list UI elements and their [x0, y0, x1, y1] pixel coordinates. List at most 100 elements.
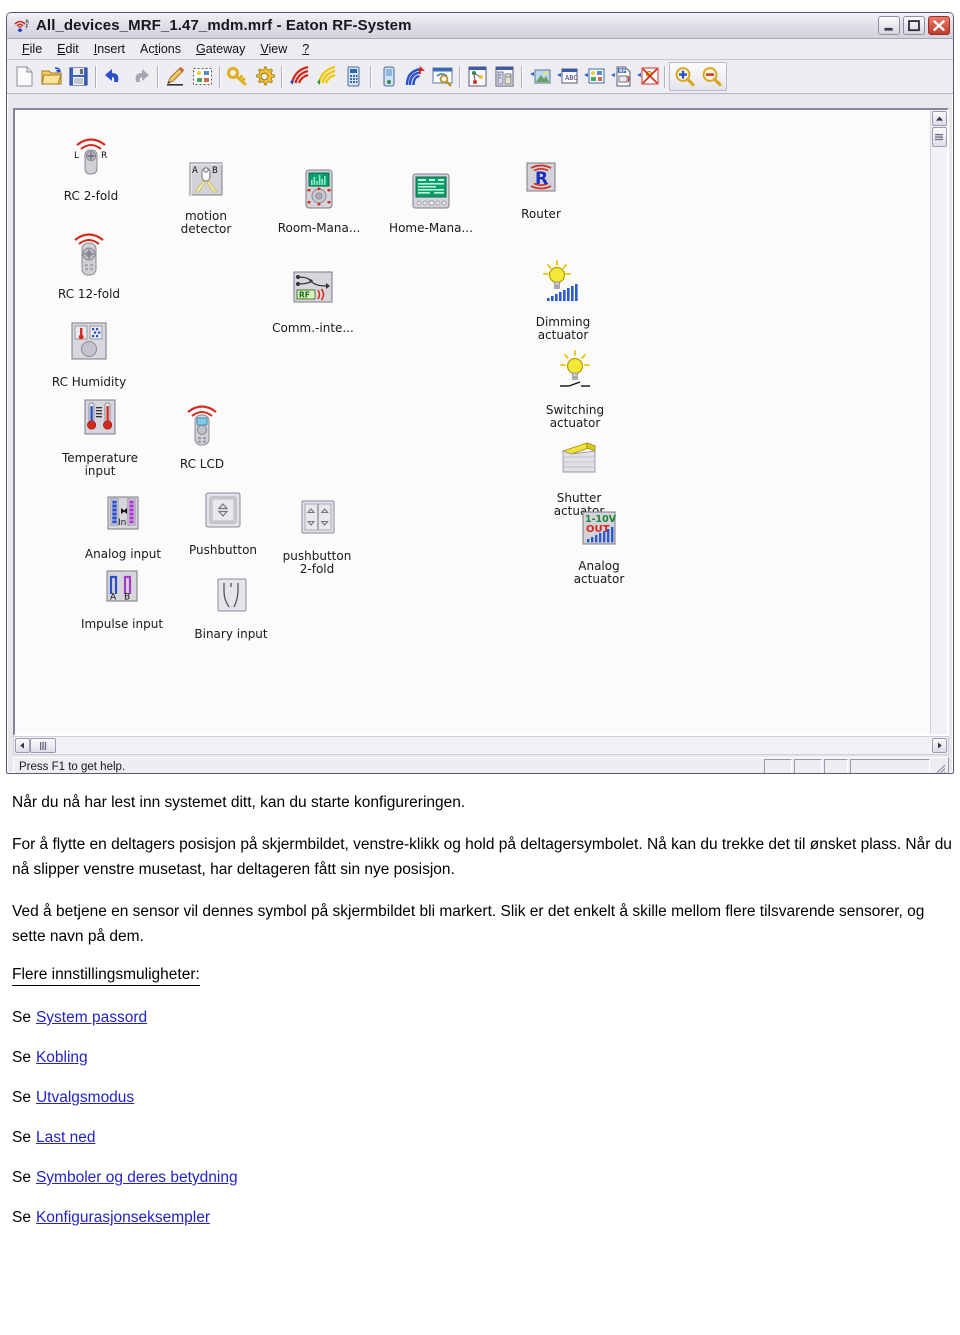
link-prefix: Se [12, 1089, 31, 1106]
device-impulse-input[interactable]: A B Impulse input [67, 568, 177, 631]
device-rc-lcd[interactable]: RC LCD [167, 400, 237, 471]
menu-file[interactable]: File [15, 40, 50, 58]
device-label: Room-Mana... [277, 221, 361, 235]
import-image-icon[interactable] [526, 63, 553, 90]
device-analog-actuator[interactable]: 1-10V OUT Analog actuator [561, 510, 637, 586]
menu-gateway[interactable]: Gateway [189, 40, 253, 58]
switching-actuator-icon [549, 350, 601, 400]
link-last-ned[interactable]: Last ned [36, 1129, 95, 1146]
device-motion-detector[interactable]: A B motion detector [167, 160, 245, 236]
menu-view[interactable]: View [253, 40, 295, 58]
minimize-button[interactable] [878, 16, 900, 35]
device-label: Router [521, 207, 561, 221]
scroll-up-icon[interactable] [931, 111, 947, 126]
device-comm-interface[interactable]: RF Comm.-inte... [263, 268, 363, 335]
calculator-icon[interactable] [340, 63, 367, 90]
analog-actuator-icon: 1-10V OUT [577, 511, 621, 556]
link-prefix: Se [12, 1209, 31, 1226]
menu-edit[interactable]: Edit [50, 40, 87, 58]
import-devices-icon[interactable] [580, 63, 607, 90]
device-handheld-icon[interactable] [375, 63, 402, 90]
device-canvas[interactable]: L R RC 2-fold A B motion detector Room-M… [15, 110, 930, 734]
menu-insert[interactable]: Insert [87, 40, 133, 58]
device-pushbutton[interactable]: Pushbutton [175, 490, 271, 557]
device-room-manager[interactable]: Room-Mana... [271, 168, 367, 235]
paragraph-sensor-highlight: Ved å betjene en sensor vil dennes symbo… [12, 903, 925, 945]
device-label: Binary input [194, 627, 268, 641]
link-system-passord[interactable]: System passord [36, 1009, 147, 1026]
toolbar-separator [278, 65, 286, 88]
link-prefix: Se [12, 1009, 31, 1026]
import-text-icon[interactable]: ABC [553, 63, 580, 90]
device-binary-input[interactable]: Binary input [181, 576, 281, 641]
device-label: Comm.-inte... [272, 321, 354, 335]
link-utvalgsmodus[interactable]: Utvalgsmodus [36, 1089, 134, 1106]
svg-text:B: B [212, 166, 218, 176]
close-button[interactable] [928, 16, 950, 35]
window-title: All_devices_MRF_1.47_mdm.mrf - Eaton RF-… [36, 17, 412, 34]
device-label: RC 12-fold [57, 287, 121, 301]
link-prefix: Se [12, 1049, 31, 1066]
import-rf-file-icon[interactable]: RF [607, 63, 634, 90]
new-document-icon[interactable] [11, 63, 38, 90]
toolbar-separator [661, 65, 669, 88]
vertical-scroll-thumb[interactable] [931, 127, 947, 147]
remove-link-icon[interactable] [634, 63, 661, 90]
building-view-icon[interactable] [491, 63, 518, 90]
resize-grip[interactable] [932, 760, 946, 773]
device-home-manager[interactable]: Home-Mana... [381, 172, 481, 235]
link-kobling[interactable]: Kobling [36, 1049, 88, 1066]
device-analog-input[interactable]: In Analog input [69, 494, 177, 561]
link-symboler-og-deres-betydning[interactable]: Symboler og deres betydning [36, 1169, 238, 1186]
gear-icon[interactable] [251, 63, 278, 90]
rf-upload-icon[interactable] [402, 63, 429, 90]
link-prefix: Se [12, 1129, 31, 1146]
horizontal-scrollbar[interactable] [13, 736, 949, 755]
device-switching-actuator[interactable]: Switching actuator [535, 348, 615, 430]
device-label: Pushbutton [188, 543, 258, 557]
device-label: motion detector [180, 209, 232, 236]
menu-actions[interactable]: Actions [133, 40, 189, 58]
device-router[interactable]: R Router [505, 160, 577, 221]
svg-text:RF: RF [619, 68, 626, 74]
toolbar-separator [367, 65, 375, 88]
scroll-left-icon[interactable] [15, 738, 30, 753]
link-konfigurasjonseksempler[interactable]: Konfigurasjonseksempler [36, 1209, 210, 1226]
device-rc-humidity[interactable]: RC Humidity [37, 320, 141, 389]
select-dashed-icon[interactable] [189, 63, 216, 90]
rf-signal-yellow-icon[interactable] [313, 63, 340, 90]
device-rc-2-fold[interactable]: L R RC 2-fold [43, 132, 139, 203]
vertical-scrollbar[interactable] [930, 110, 947, 734]
menu-help[interactable]: ? [295, 40, 317, 58]
svg-text:R: R [101, 151, 107, 161]
rf-signal-red-icon[interactable] [286, 63, 313, 90]
rc-humidity-icon [65, 322, 113, 372]
device-temperature-input[interactable]: Temperature input [45, 398, 155, 478]
key-icon[interactable] [224, 63, 251, 90]
undo-arrow-icon[interactable] [100, 63, 127, 90]
rf-search-icon[interactable] [429, 63, 456, 90]
status-pane-3 [824, 759, 848, 773]
open-folder-icon[interactable] [38, 63, 65, 90]
maximize-button[interactable] [903, 16, 925, 35]
zoom-in-icon[interactable] [671, 63, 698, 90]
edit-pencil-icon[interactable] [162, 63, 189, 90]
svg-text:In: In [118, 518, 126, 528]
device-dimming-actuator[interactable]: Dimming actuator [523, 258, 603, 342]
device-rc-12-fold[interactable]: RC 12-fold [39, 228, 139, 301]
canvas-container: L R RC 2-fold A B motion detector Room-M… [13, 108, 949, 736]
horizontal-scroll-thumb[interactable] [30, 738, 56, 753]
toolbar-separator [154, 65, 162, 88]
zoom-out-icon[interactable] [698, 63, 725, 90]
home-manager-icon [406, 173, 456, 218]
topology-tree-icon[interactable] [464, 63, 491, 90]
svg-text:ABC: ABC [565, 74, 578, 82]
device-shutter-actuator[interactable]: Shutter actuator [543, 438, 615, 518]
scroll-right-icon[interactable] [932, 738, 947, 753]
save-disk-icon[interactable] [65, 63, 92, 90]
status-pane-2 [794, 759, 822, 773]
redo-arrow-icon[interactable] [127, 63, 154, 90]
svg-text:R: R [535, 169, 548, 189]
device-pushbutton-2-fold[interactable]: pushbutton 2-fold [267, 498, 367, 576]
shutter-actuator-icon [554, 442, 604, 488]
